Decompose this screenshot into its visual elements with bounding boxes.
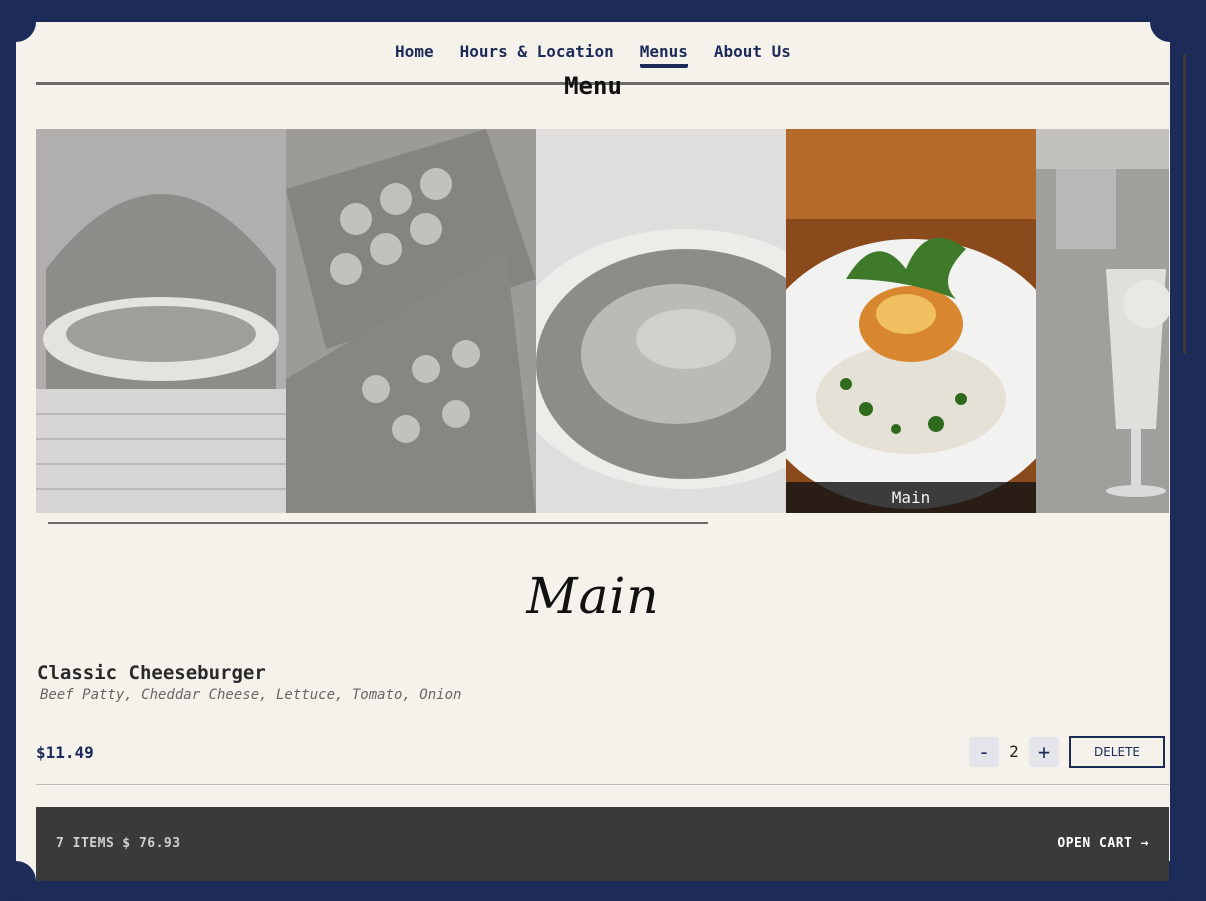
quantity-value: 2: [1009, 742, 1019, 761]
cart-item-count: 7 ITEMS: [56, 836, 115, 851]
category-card-label: Main: [786, 482, 1036, 513]
item-divider: [36, 784, 1169, 785]
main-dish-photo: [786, 129, 1036, 513]
cart-total: $ 76.93: [122, 836, 181, 851]
category-card-salads[interactable]: [536, 129, 786, 513]
item-name: Classic Cheeseburger: [37, 662, 266, 684]
appetizer-photo: [286, 129, 536, 513]
item-description: Beef Patty, Cheddar Cheese, Lettuce, Tom…: [40, 687, 462, 703]
section-title: Main: [526, 567, 660, 625]
category-card-main[interactable]: Main: [786, 129, 1036, 513]
corner-notch: [1150, 2, 1190, 42]
quantity-decrease-button[interactable]: -: [969, 737, 999, 767]
page-title: Menu: [564, 72, 622, 100]
corner-notch: [0, 861, 36, 901]
nav-home[interactable]: Home: [395, 42, 434, 64]
nav-hours-location[interactable]: Hours & Location: [460, 42, 614, 64]
page-scrollbar[interactable]: [1183, 54, 1186, 354]
delete-button[interactable]: DELETE: [1069, 736, 1165, 768]
pizza-oven-photo: [36, 129, 286, 513]
page-container: Home Hours & Location Menus About Us Men…: [0, 2, 1190, 901]
category-card-drinks[interactable]: [1036, 129, 1169, 513]
open-cart-button[interactable]: OPEN CART →: [1057, 836, 1149, 851]
corner-notch: [0, 2, 36, 42]
drink-photo: [1036, 129, 1169, 513]
quantity-increase-button[interactable]: +: [1029, 737, 1059, 767]
cart-summary: 7 ITEMS $ 76.93: [56, 836, 189, 851]
menu-category-carousel[interactable]: Main: [36, 129, 1169, 513]
nav-about-us[interactable]: About Us: [714, 42, 791, 64]
main-nav: Home Hours & Location Menus About Us: [16, 42, 1170, 68]
item-price: $11.49: [36, 743, 94, 762]
nav-menus[interactable]: Menus: [639, 42, 688, 68]
category-card-pizza[interactable]: [36, 129, 286, 513]
category-card-appetizers[interactable]: [286, 129, 536, 513]
cart-bar: 7 ITEMS $ 76.93 OPEN CART →: [36, 807, 1169, 881]
carousel-scrollbar[interactable]: [48, 522, 708, 524]
salad-photo: [536, 129, 786, 513]
